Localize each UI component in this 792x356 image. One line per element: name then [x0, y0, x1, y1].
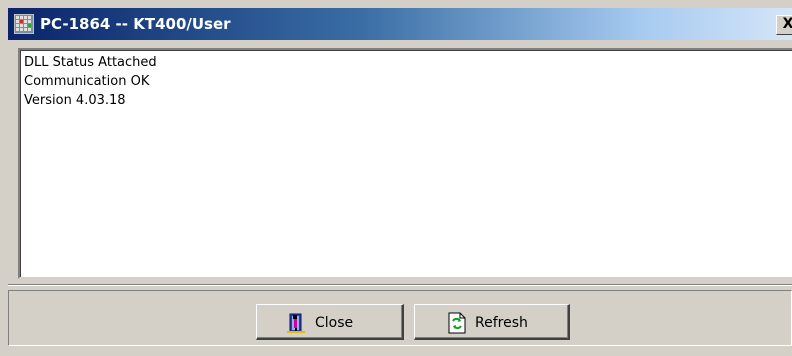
dialog-window: PC-1864 -- KT400/User X DLL Status Attac…	[0, 0, 792, 356]
refresh-button[interactable]: Refresh	[414, 304, 570, 340]
close-icon: X	[782, 16, 792, 32]
window-title: PC-1864 -- KT400/User	[40, 15, 231, 33]
door-exit-icon	[287, 312, 307, 334]
refresh-arrows-icon	[447, 312, 467, 334]
status-text-area[interactable]: DLL Status Attached Communication OK Ver…	[18, 48, 792, 279]
title-bar[interactable]: PC-1864 -- KT400/User X	[8, 8, 792, 40]
divider	[8, 284, 792, 286]
status-line-dll: DLL Status Attached	[24, 55, 157, 70]
app-grid-icon[interactable]	[14, 14, 34, 34]
close-window-button[interactable]: X	[776, 15, 792, 35]
status-line-version: Version 4.03.18	[24, 93, 126, 108]
status-line-communication: Communication OK	[24, 74, 150, 89]
refresh-button-label: Refresh	[475, 315, 528, 331]
close-button[interactable]: Close	[256, 304, 404, 340]
close-button-label: Close	[315, 315, 354, 331]
